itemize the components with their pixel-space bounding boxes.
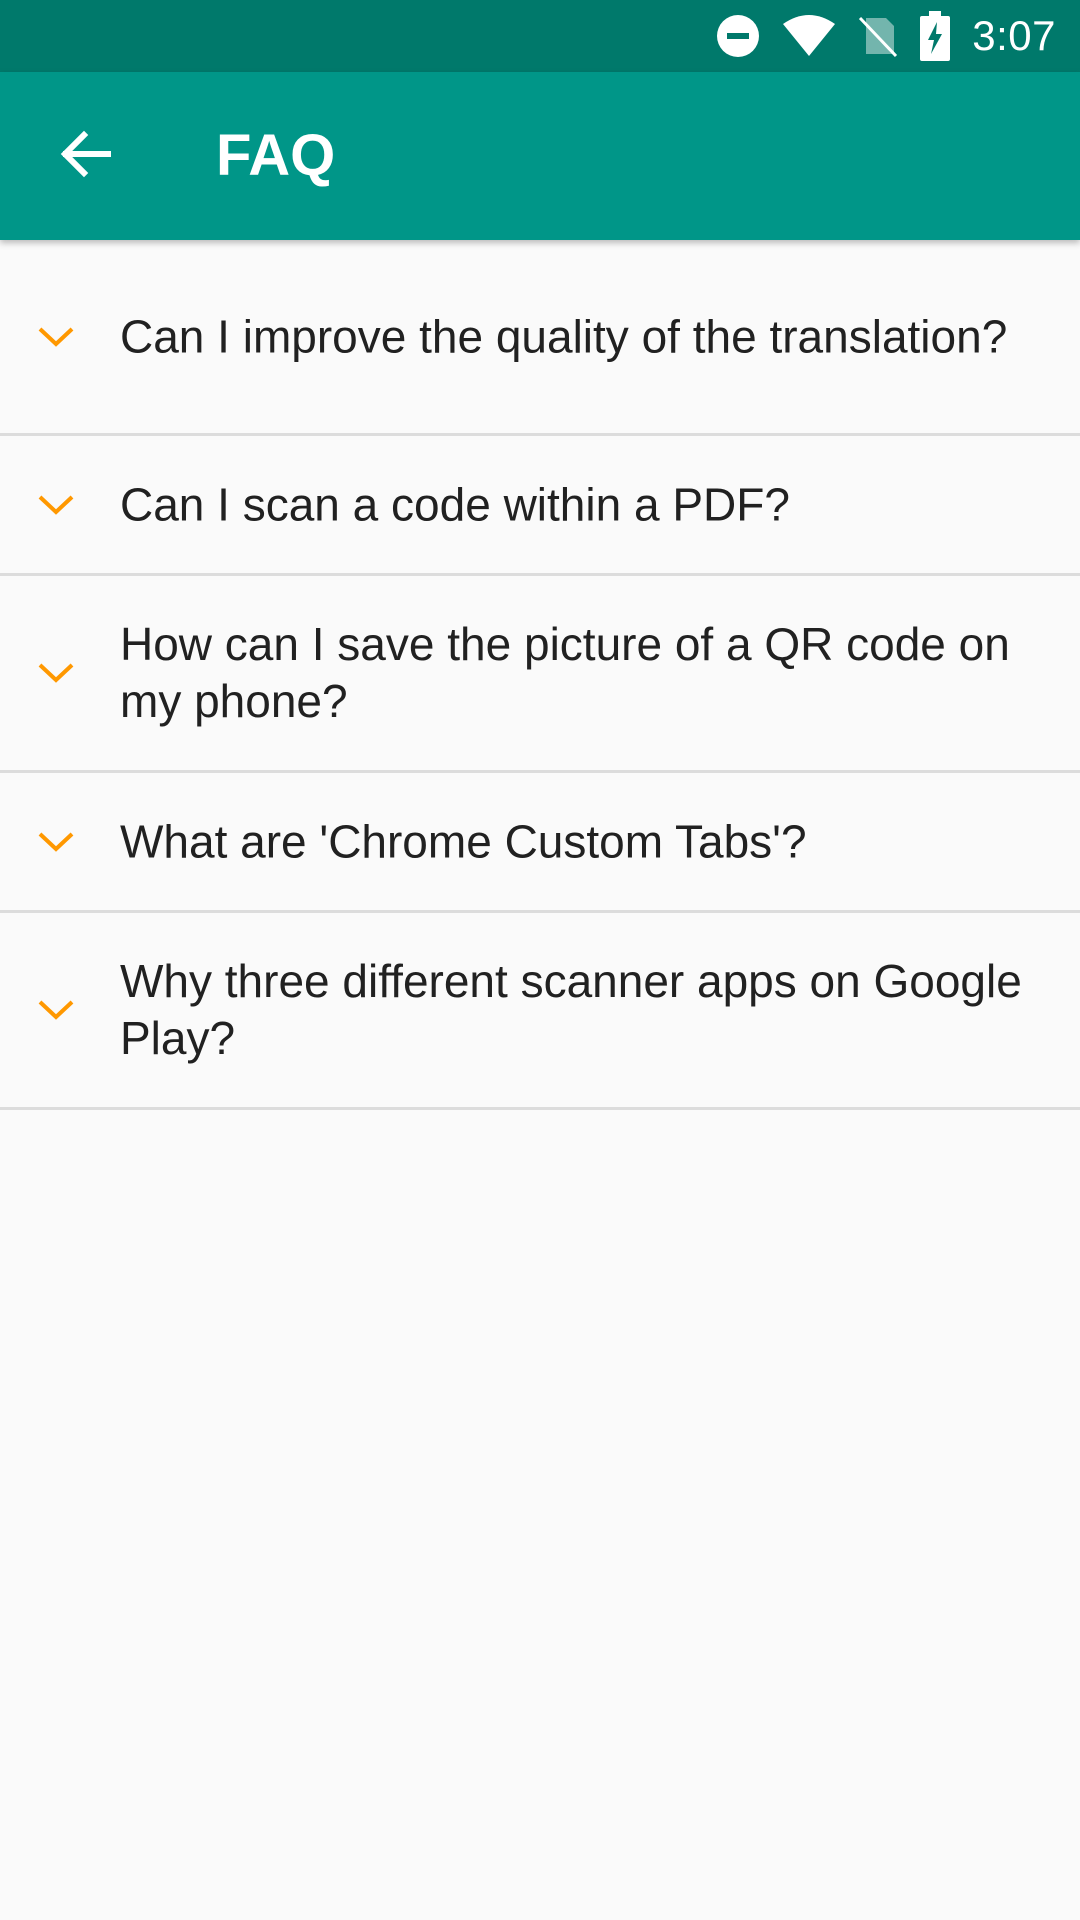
faq-item-save-qr-picture[interactable]: How can I save the picture of a QR code … xyxy=(0,576,1080,773)
battery-charging-icon xyxy=(920,11,951,61)
faq-item-translation-quality[interactable]: Can I improve the quality of the transla… xyxy=(0,240,1080,436)
faq-item-three-scanner-apps[interactable]: Why three different scanner apps on Goog… xyxy=(0,913,1080,1110)
faq-question: Can I scan a code within a PDF? xyxy=(120,478,790,530)
app-bar: FAQ xyxy=(0,72,1080,240)
do-not-disturb-icon xyxy=(716,14,760,58)
status-time: 3:07 xyxy=(972,12,1056,59)
back-button[interactable] xyxy=(38,108,134,204)
chevron-down-icon xyxy=(36,659,76,687)
faq-list: Can I improve the quality of the transla… xyxy=(0,240,1080,1110)
wifi-icon xyxy=(782,14,836,58)
chevron-down-icon xyxy=(36,491,76,519)
faq-question: What are 'Chrome Custom Tabs'? xyxy=(120,815,807,867)
no-sim-icon xyxy=(858,14,898,58)
faq-item-scan-pdf[interactable]: Can I scan a code within a PDF? xyxy=(0,436,1080,576)
faq-question: How can I save the picture of a QR code … xyxy=(120,618,1010,727)
faq-item-chrome-custom-tabs[interactable]: What are 'Chrome Custom Tabs'? xyxy=(0,773,1080,913)
chevron-down-icon xyxy=(36,996,76,1024)
chevron-down-icon xyxy=(36,828,76,856)
arrow-back-icon xyxy=(60,130,112,183)
chevron-down-icon xyxy=(36,323,76,351)
page-title: FAQ xyxy=(216,123,336,188)
status-bar: 3:07 xyxy=(0,0,1080,72)
faq-question: Can I improve the quality of the transla… xyxy=(120,310,1008,362)
faq-question: Why three different scanner apps on Goog… xyxy=(120,955,1022,1064)
